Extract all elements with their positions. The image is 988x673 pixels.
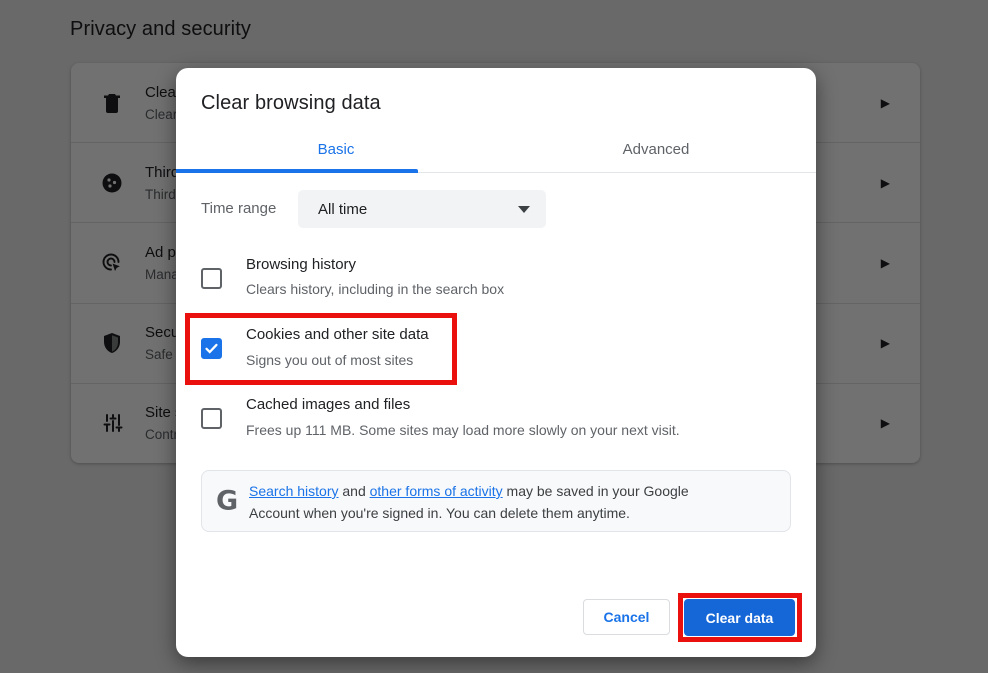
option-description: Signs you out of most sites	[246, 352, 413, 368]
tab-basic[interactable]: Basic	[176, 126, 496, 172]
google-account-notice: G Search history and other forms of acti…	[201, 470, 791, 532]
notice-text: and	[338, 483, 369, 499]
option-label: Browsing history	[246, 256, 356, 273]
option-description: Clears history, including in the search …	[246, 281, 504, 297]
google-g-icon: G	[216, 486, 238, 517]
option-label: Cookies and other site data	[246, 326, 429, 343]
dialog-title: Clear browsing data	[201, 92, 381, 115]
time-range-dropdown[interactable]: All time	[298, 190, 546, 228]
search-history-link[interactable]: Search history	[249, 483, 338, 499]
option-description: Frees up 111 MB. Some sites may load mor…	[246, 422, 680, 438]
annotation-box-cookies	[185, 313, 457, 385]
google-notice-text: Search history and other forms of activi…	[249, 480, 689, 524]
checkbox-cached-images[interactable]	[201, 408, 222, 429]
option-label: Cached images and files	[246, 396, 410, 413]
clear-browsing-data-dialog: Clear browsing data Basic Advanced Time …	[176, 68, 816, 657]
checkbox-cookies-site-data[interactable]	[201, 338, 222, 359]
dialog-tabs: Basic Advanced	[176, 126, 816, 173]
dropdown-caret-icon	[518, 206, 530, 213]
notice-text: may be saved in your Google	[503, 483, 689, 499]
checkbox-browsing-history[interactable]	[201, 268, 222, 289]
notice-text: Account when you're signed in. You can d…	[249, 505, 630, 521]
cancel-button[interactable]: Cancel	[583, 599, 670, 635]
time-range-label: Time range	[201, 190, 276, 228]
clear-data-button[interactable]: Clear data	[684, 599, 795, 636]
time-range-value: All time	[318, 201, 518, 218]
active-tab-indicator	[176, 169, 418, 173]
other-activity-link[interactable]: other forms of activity	[370, 483, 503, 499]
tab-advanced[interactable]: Advanced	[496, 126, 816, 172]
